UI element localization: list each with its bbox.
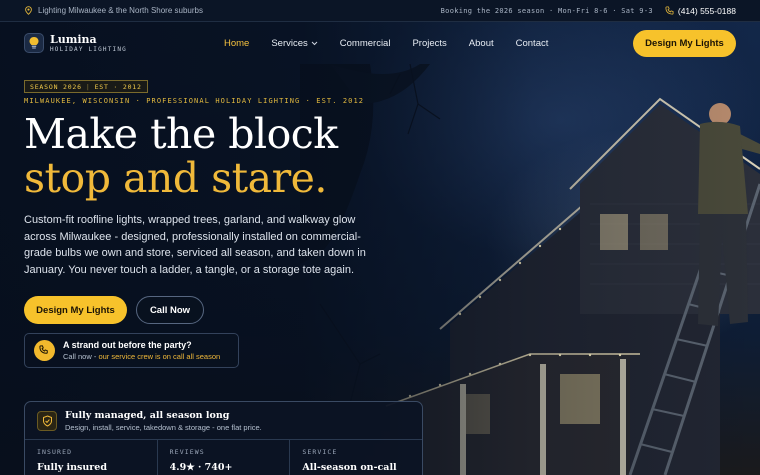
stat-reviews: REVIEWS 4.9★ · 740+ bbox=[158, 440, 291, 475]
fully-managed-card: Fully managed, all season long Design, i… bbox=[24, 401, 423, 475]
map-pin-icon bbox=[25, 6, 32, 15]
phone-number: (414) 555-0188 bbox=[677, 5, 736, 16]
brand-name: Lumina bbox=[50, 32, 97, 46]
card-subtitle: Design, install, service, takedown & sto… bbox=[65, 422, 262, 432]
chevron-down-icon bbox=[311, 41, 318, 45]
stats-row: INSURED Fully insured REVIEWS 4.9★ · 740… bbox=[25, 440, 422, 475]
card-title: Fully managed, all season long bbox=[65, 409, 230, 421]
brand-logo-link[interactable]: Lumina HOLIDAY LIGHTING bbox=[24, 33, 127, 53]
nav-item-commercial[interactable]: Commercial bbox=[340, 38, 391, 49]
stat-value: Fully insured bbox=[37, 462, 107, 473]
nav-item-services-label: Services bbox=[271, 37, 308, 49]
stat-label: INSURED bbox=[37, 448, 73, 456]
on-call-subtitle: Call now - our service crew is on call a… bbox=[63, 352, 220, 361]
headline-line-1: Make the block bbox=[24, 110, 338, 158]
on-call-highlight: our service crew is on call all season bbox=[98, 352, 221, 361]
nav-item-about[interactable]: About bbox=[469, 38, 494, 49]
top-info-bar: Lighting Milwaukee & the North Shore sub… bbox=[0, 0, 760, 22]
stat-value: All-season on-call bbox=[302, 462, 397, 473]
design-my-lights-button[interactable]: Design My Lights bbox=[24, 296, 127, 324]
hero-description: Custom-fit roofline lights, wrapped tree… bbox=[24, 214, 366, 276]
stat-label: SERVICE bbox=[302, 448, 338, 456]
on-call-callout[interactable]: A strand out before the party? Call now … bbox=[24, 333, 239, 368]
headline-line-2: stop and stare. bbox=[24, 154, 327, 202]
badge-est: EST · 2012 bbox=[94, 82, 142, 91]
service-area: Lighting Milwaukee & the North Shore sub… bbox=[24, 6, 203, 15]
nav-menu: Home Services Commercial Projects About … bbox=[224, 22, 548, 64]
service-area-text: Lighting Milwaukee & the North Shore sub… bbox=[38, 6, 203, 15]
phone-icon bbox=[665, 6, 674, 15]
main-navigation: Lumina HOLIDAY LIGHTING Home Services Co… bbox=[0, 22, 760, 64]
call-now-button[interactable]: Call Now bbox=[136, 296, 204, 324]
hero-headline: Make the block stop and stare. bbox=[24, 112, 338, 200]
stat-insured: INSURED Fully insured bbox=[25, 440, 158, 475]
badge-divider: | bbox=[85, 82, 91, 91]
on-call-title: A strand out before the party? bbox=[63, 340, 192, 350]
nav-item-services[interactable]: Services bbox=[271, 37, 318, 49]
wrench-icon bbox=[34, 340, 55, 361]
shield-check-icon bbox=[37, 410, 57, 431]
lightbulb-icon bbox=[24, 33, 44, 53]
nav-item-projects[interactable]: Projects bbox=[412, 38, 446, 49]
badge-season: SEASON 2026 bbox=[30, 82, 82, 91]
booking-hours: Booking the 2026 season · Mon-Fri 8-6 · … bbox=[440, 6, 653, 15]
location-line: MILWAUKEE, WISCONSIN · PROFESSIONAL HOLI… bbox=[24, 97, 365, 105]
stat-label: REVIEWS bbox=[169, 448, 205, 456]
topbar-phone-link[interactable]: (414) 555-0188 bbox=[665, 6, 736, 16]
stat-value: 4.9★ · 740+ bbox=[169, 462, 233, 473]
brand-tagline: HOLIDAY LIGHTING bbox=[50, 45, 127, 53]
design-my-lights-nav-button[interactable]: Design My Lights bbox=[633, 30, 736, 57]
nav-item-home[interactable]: Home bbox=[224, 38, 249, 49]
stat-service: SERVICE All-season on-call bbox=[290, 440, 422, 475]
season-badge: SEASON 2026 | EST · 2012 bbox=[24, 80, 148, 93]
on-call-prefix: Call now - bbox=[63, 352, 99, 361]
nav-item-contact[interactable]: Contact bbox=[516, 38, 549, 49]
